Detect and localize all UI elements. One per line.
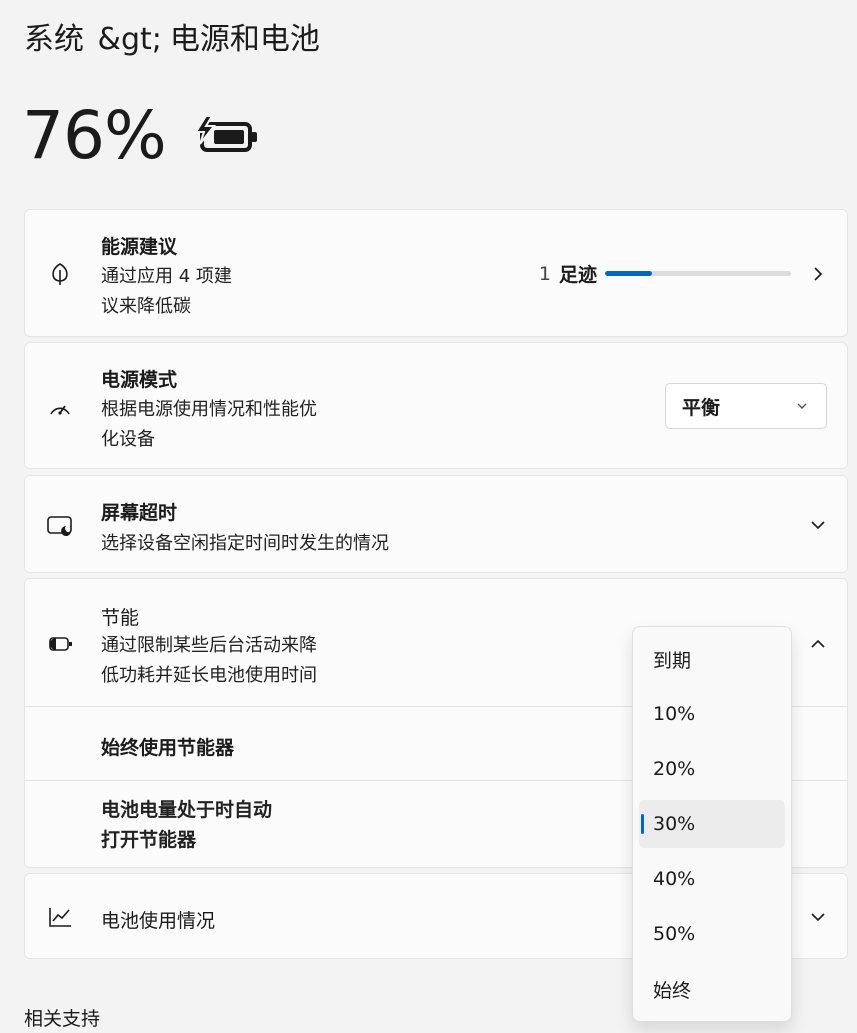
power-mode-select[interactable]: 平衡	[665, 383, 827, 429]
energy-saver-title: 节能	[101, 607, 140, 629]
breadcrumb: 系统 &gt; 电源和电池	[24, 14, 320, 58]
chevron-down-icon[interactable]	[811, 910, 825, 924]
label-line: 电池电量处于时自动	[101, 799, 273, 821]
desc-line: 根据电源使用情况和性能优	[101, 399, 317, 420]
power-mode-selected: 平衡	[682, 396, 721, 419]
footprint-progress-fill	[605, 271, 652, 276]
selection-indicator	[641, 814, 644, 834]
desc-line: 议来降低碳	[101, 296, 191, 317]
battery-usage-title: 电池使用情况	[101, 910, 216, 932]
power-mode-title: 电源模式	[101, 369, 178, 391]
auto-turn-on-label: 电池电量处于时自动 打开节能器	[101, 795, 272, 855]
energy-recommendations-desc: 通过应用 4 项建 议来降低碳	[101, 262, 232, 322]
screen-timeout-desc: 选择设备空闲指定时间时发生的情况	[101, 533, 389, 554]
menu-option-label: 30%	[653, 813, 696, 835]
desc-line: 低功耗并延长电池使用时间	[101, 665, 317, 686]
label-line: 打开节能器	[101, 829, 197, 851]
battery-status: 76%	[22, 98, 260, 174]
energy-saver-desc: 通过限制某些后台活动来降 低功耗并延长电池使用时间	[101, 631, 317, 691]
breadcrumb-separator: &gt;	[97, 22, 162, 57]
battery-percent: 76%	[22, 97, 167, 174]
screen-timeout-card[interactable]: 屏幕超时 选择设备空闲指定时间时发生的情况	[24, 475, 848, 573]
battery-charging-icon	[192, 114, 260, 162]
battery-saver-icon	[47, 631, 73, 657]
desc-line: 通过限制某些后台活动来降	[101, 635, 317, 656]
menu-option[interactable]: 40%	[639, 855, 785, 903]
always-use-label: 始终使用节能器	[101, 737, 235, 759]
energy-saver-threshold-menu: 到期 10% 20% 30% 40% 50% 始终	[632, 626, 792, 1022]
footprint-progress: 1 足迹	[539, 260, 791, 287]
menu-option-selected[interactable]: 30%	[639, 800, 785, 848]
energy-recommendations-title: 能源建议	[101, 236, 178, 258]
power-mode-desc: 根据电源使用情况和性能优 化设备	[101, 395, 317, 455]
footprint-count: 1	[538, 262, 551, 285]
chevron-up-icon[interactable]	[811, 637, 825, 651]
chevron-right-icon[interactable]	[811, 267, 825, 281]
chevron-down-icon	[797, 403, 807, 409]
desc-line: 通过应用 4 项建	[101, 266, 232, 287]
chevron-down-icon[interactable]	[811, 518, 825, 532]
energy-recommendations-card[interactable]: 能源建议 通过应用 4 项建 议来降低碳 1 足迹	[24, 209, 848, 337]
menu-option[interactable]: 10%	[639, 690, 785, 738]
menu-option[interactable]: 始终	[639, 965, 785, 1013]
leaf-icon	[47, 261, 73, 287]
related-support-heading: 相关支持	[24, 1008, 101, 1030]
footprint-label: 足迹	[558, 264, 597, 286]
footprint-progress-track	[605, 271, 791, 276]
chart-icon	[47, 904, 73, 930]
gauge-icon	[47, 395, 73, 421]
screen-sleep-icon	[47, 513, 73, 539]
breadcrumb-parent[interactable]: 系统	[24, 22, 84, 57]
desc-line: 化设备	[101, 429, 155, 450]
page-title: 电源和电池	[169, 22, 320, 57]
menu-option[interactable]: 到期	[639, 635, 785, 683]
menu-option[interactable]: 20%	[639, 745, 785, 793]
power-mode-card: 电源模式 根据电源使用情况和性能优 化设备 平衡	[24, 342, 848, 469]
screen-timeout-title: 屏幕超时	[101, 502, 178, 524]
menu-option[interactable]: 50%	[639, 910, 785, 958]
